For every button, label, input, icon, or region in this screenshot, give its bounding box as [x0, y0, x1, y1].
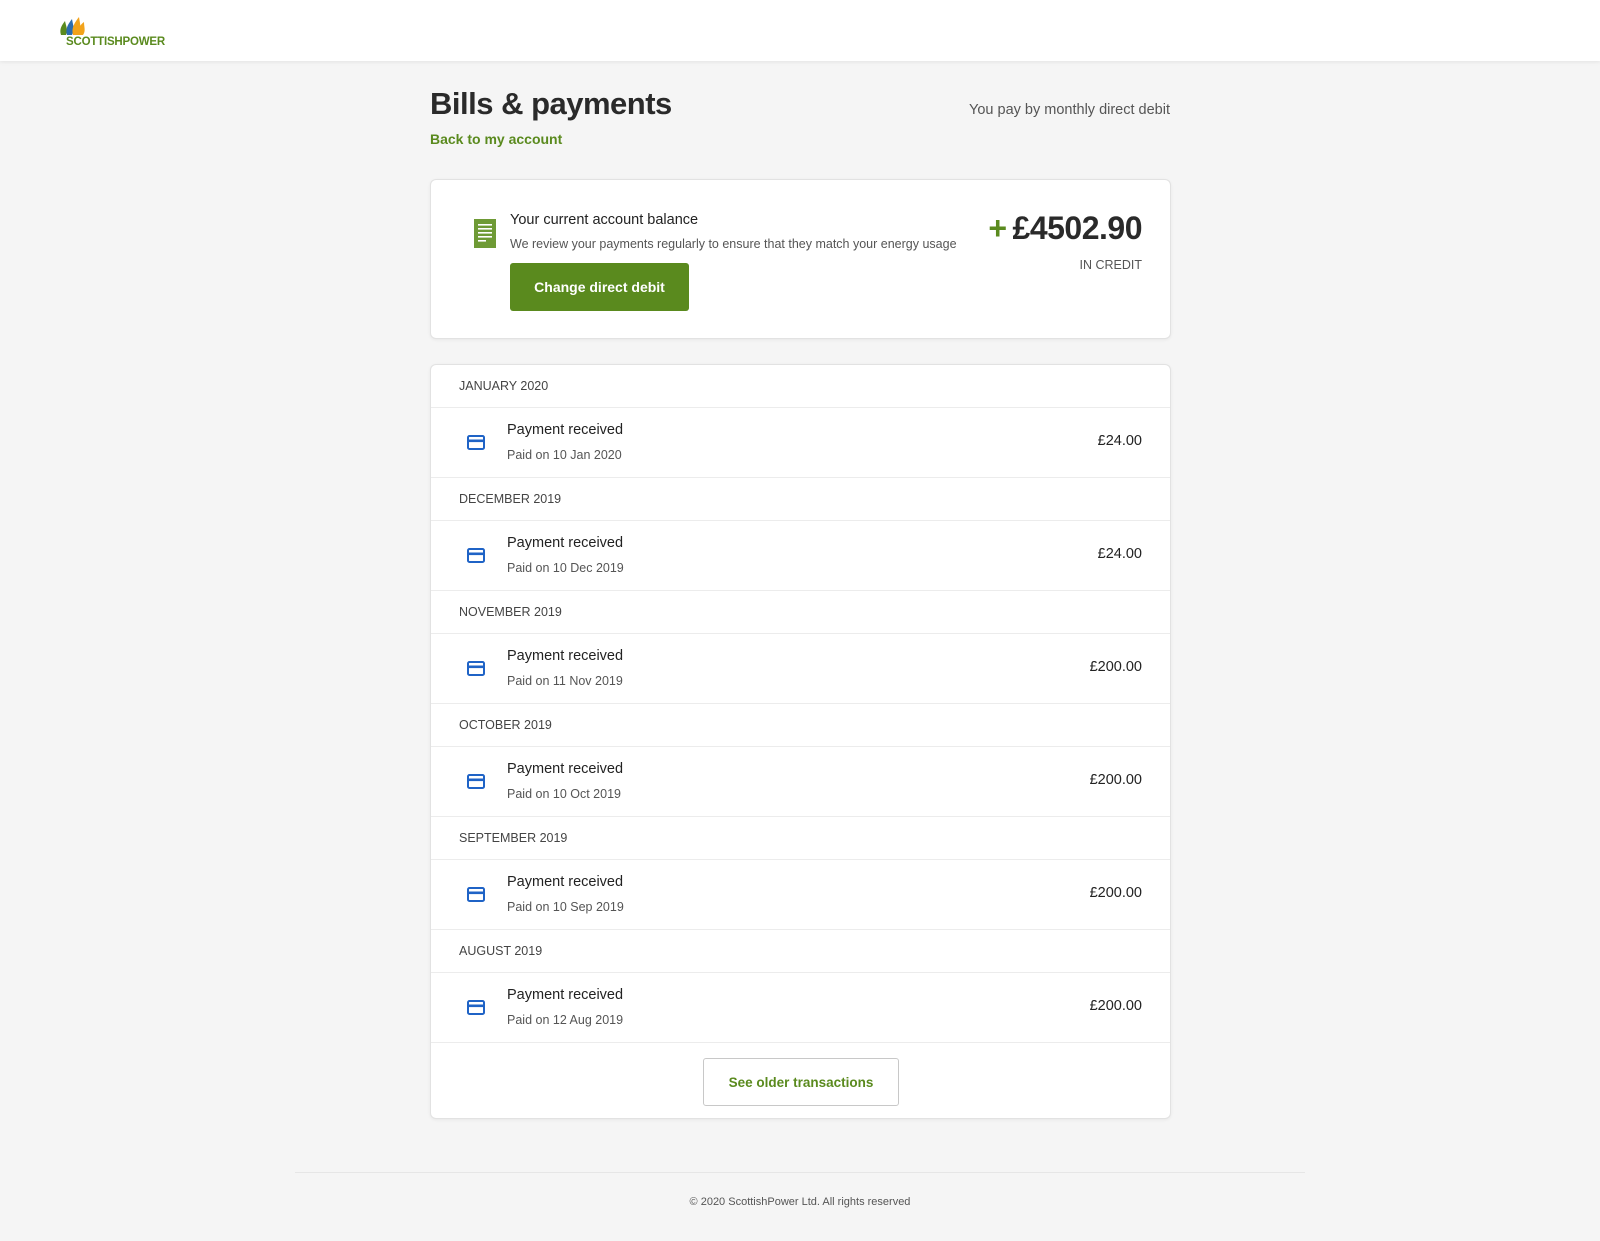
footer-copyright: © 2020 ScottishPower Ltd. All rights res… [689, 1196, 911, 1208]
transaction-amount: £24.00 [1097, 433, 1142, 449]
transaction-title: Payment received [507, 761, 624, 777]
transaction-row[interactable]: Payment received Paid on 10 Dec 2019 £24.0… [431, 521, 1170, 591]
transactions-list: JANUARY 2020 Payment received Paid on 10 J… [431, 365, 1170, 1043]
balance-status: IN CREDIT [1079, 258, 1143, 272]
transaction-amount: £200.00 [1089, 659, 1142, 675]
transaction-date: Paid on 10 Sep 2019 [507, 900, 624, 914]
transaction-row[interactable]: Payment received Paid on 10 Sep 2019 £200.… [431, 860, 1170, 930]
transaction-row[interactable]: Payment received Paid on 11 Nov 2019 £200.… [431, 634, 1170, 704]
transaction-amount: £200.00 [1089, 998, 1142, 1014]
transaction-date: Paid on 10 Jan 2020 [507, 448, 622, 462]
card-icon [467, 1000, 485, 1015]
transaction-amount: £200.00 [1089, 885, 1142, 901]
transaction-title: Payment received [507, 874, 624, 890]
card-icon [467, 774, 485, 789]
transaction-date: Paid on 12 Aug 2019 [507, 1013, 624, 1027]
balance-card: Your current account balance We review y… [430, 179, 1171, 339]
month-header: NOVEMBER 2019 [431, 591, 1170, 634]
logo-flames-icon [60, 17, 85, 35]
transaction-row[interactable]: Payment received Paid on 10 Jan 2020 £24.0… [431, 408, 1170, 478]
transaction-title: Payment received [507, 987, 624, 1003]
top-bar: SCOTTISHPOWER [0, 0, 1600, 61]
transaction-date: Paid on 10 Dec 2019 [507, 561, 624, 575]
balance-amount: + £4502.90 [988, 210, 1142, 247]
transaction-title: Payment received [507, 648, 624, 664]
see-older-transactions-button[interactable]: See older transactions [703, 1058, 899, 1106]
transactions-card: JANUARY 2020 Payment received Paid on 10 J… [430, 364, 1171, 1119]
balance-value: £4502.90 [1012, 210, 1143, 246]
month-header: JANUARY 2020 [431, 365, 1170, 408]
balance-sign: + [988, 210, 1007, 246]
card-icon [467, 661, 485, 676]
card-icon [467, 887, 485, 902]
change-direct-debit-button[interactable]: Change direct debit [510, 263, 689, 311]
balance-title: Your current account balance [510, 212, 699, 228]
footer-divider [295, 1172, 1305, 1173]
older-transactions-area: See older transactions [431, 1043, 1170, 1123]
scottishpower-logo[interactable]: SCOTTISHPOWER [58, 13, 178, 53]
transaction-date: Paid on 11 Nov 2019 [507, 674, 623, 688]
card-icon [467, 435, 485, 450]
transaction-amount: £24.00 [1097, 546, 1142, 562]
transaction-title: Payment received [507, 535, 624, 551]
transaction-date: Paid on 10 Oct 2019 [507, 787, 621, 801]
month-header: SEPTEMBER 2019 [431, 817, 1170, 860]
card-icon [467, 548, 485, 563]
month-header: DECEMBER 2019 [431, 478, 1170, 521]
transaction-title: Payment received [507, 422, 624, 438]
balance-subtitle: We review your payments regularly to ens… [510, 237, 957, 251]
document-icon [474, 219, 496, 248]
page-header: Bills & payments Back to my account You … [430, 82, 1170, 152]
page-title: Bills & payments [430, 86, 672, 121]
month-header: OCTOBER 2019 [431, 704, 1170, 747]
transaction-row[interactable]: Payment received Paid on 12 Aug 2019 £200.… [431, 973, 1170, 1043]
month-header: AUGUST 2019 [431, 930, 1170, 973]
payment-method-text: You pay by monthly direct debit [969, 102, 1170, 118]
logo-text: SCOTTISHPOWER [66, 36, 165, 48]
transaction-row[interactable]: Payment received Paid on 10 Oct 2019 £200.… [431, 747, 1170, 817]
transaction-amount: £200.00 [1089, 772, 1142, 788]
back-to-account-link[interactable]: Back to my account [430, 131, 562, 147]
